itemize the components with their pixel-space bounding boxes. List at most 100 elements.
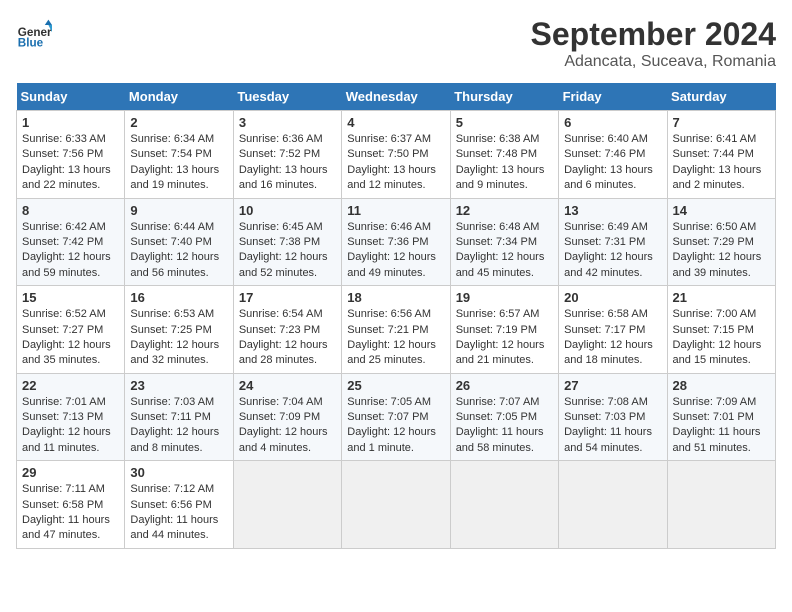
calendar-cell: 27 Sunrise: 7:08 AM Sunset: 7:03 PM Dayli… bbox=[559, 373, 667, 461]
page-title: September 2024 bbox=[531, 16, 776, 53]
col-wednesday: Wednesday bbox=[342, 83, 450, 111]
calendar-cell: 11Sunrise: 6:46 AM Sunset: 7:36 PM Dayli… bbox=[342, 198, 450, 286]
day-number: 2 bbox=[130, 115, 227, 130]
calendar-cell: 1 Sunrise: 6:33 AM Sunset: 7:56 PM Daylig… bbox=[17, 111, 125, 199]
calendar-cell: 30Sunrise: 7:12 AM Sunset: 6:56 PM Dayli… bbox=[125, 461, 233, 549]
calendar-cell: 29Sunrise: 7:11 AM Sunset: 6:58 PM Dayli… bbox=[17, 461, 125, 549]
calendar-week-row: 29Sunrise: 7:11 AM Sunset: 6:58 PM Dayli… bbox=[17, 461, 776, 549]
day-info: Sunrise: 6:52 AM Sunset: 7:27 PM Dayligh… bbox=[22, 307, 119, 369]
day-info: Sunrise: 6:44 AM Sunset: 7:40 PM Dayligh… bbox=[130, 220, 227, 282]
day-info: Sunrise: 6:45 AM Sunset: 7:38 PM Dayligh… bbox=[239, 220, 336, 282]
calendar-cell: 20 Sunrise: 6:58 AM Sunset: 7:17 PM Dayli… bbox=[559, 286, 667, 374]
day-number: 16 bbox=[130, 290, 227, 305]
day-number: 11 bbox=[347, 203, 444, 218]
day-number: 7 bbox=[673, 115, 770, 130]
day-info: Sunrise: 6:54 AM Sunset: 7:23 PM Dayligh… bbox=[239, 307, 336, 369]
calendar-cell: 18 Sunrise: 6:56 AM Sunset: 7:21 PM Dayli… bbox=[342, 286, 450, 374]
day-number: 19 bbox=[456, 290, 553, 305]
day-number: 6 bbox=[564, 115, 661, 130]
calendar-cell: 25 Sunrise: 7:05 AM Sunset: 7:07 PM Dayli… bbox=[342, 373, 450, 461]
calendar-cell: 8Sunrise: 6:42 AM Sunset: 7:42 PM Daylig… bbox=[17, 198, 125, 286]
calendar-cell: 24Sunrise: 7:04 AM Sunset: 7:09 PM Dayli… bbox=[233, 373, 341, 461]
day-number: 1 bbox=[22, 115, 119, 130]
day-info: Sunrise: 6:48 AM Sunset: 7:34 PM Dayligh… bbox=[456, 220, 553, 282]
logo: General Blue bbox=[16, 16, 52, 52]
calendar-table: Sunday Monday Tuesday Wednesday Thursday… bbox=[16, 83, 776, 549]
day-info: Sunrise: 7:07 AM Sunset: 7:05 PM Dayligh… bbox=[456, 395, 553, 457]
day-number: 28 bbox=[673, 378, 770, 393]
day-number: 18 bbox=[347, 290, 444, 305]
calendar-week-row: 15 Sunrise: 6:52 AM Sunset: 7:27 PM Dayli… bbox=[17, 286, 776, 374]
day-info: Sunrise: 6:36 AM Sunset: 7:52 PM Dayligh… bbox=[239, 132, 336, 194]
calendar-cell: 14 Sunrise: 6:50 AM Sunset: 7:29 PM Dayli… bbox=[667, 198, 775, 286]
calendar-cell: 23 Sunrise: 7:03 AM Sunset: 7:11 PM Dayli… bbox=[125, 373, 233, 461]
day-number: 3 bbox=[239, 115, 336, 130]
page-header: General Blue September 2024 Adancata, Su… bbox=[16, 16, 776, 71]
calendar-cell bbox=[233, 461, 341, 549]
title-block: September 2024 Adancata, Suceava, Romani… bbox=[531, 16, 776, 71]
col-tuesday: Tuesday bbox=[233, 83, 341, 111]
day-info: Sunrise: 7:08 AM Sunset: 7:03 PM Dayligh… bbox=[564, 395, 661, 457]
day-number: 9 bbox=[130, 203, 227, 218]
calendar-cell: 21Sunrise: 7:00 AM Sunset: 7:15 PM Dayli… bbox=[667, 286, 775, 374]
calendar-cell bbox=[667, 461, 775, 549]
day-info: Sunrise: 6:56 AM Sunset: 7:21 PM Dayligh… bbox=[347, 307, 444, 369]
col-friday: Friday bbox=[559, 83, 667, 111]
day-number: 27 bbox=[564, 378, 661, 393]
calendar-cell: 6 Sunrise: 6:40 AM Sunset: 7:46 PM Daylig… bbox=[559, 111, 667, 199]
calendar-week-row: 8Sunrise: 6:42 AM Sunset: 7:42 PM Daylig… bbox=[17, 198, 776, 286]
day-number: 30 bbox=[130, 465, 227, 480]
calendar-week-row: 1 Sunrise: 6:33 AM Sunset: 7:56 PM Daylig… bbox=[17, 111, 776, 199]
calendar-cell: 15 Sunrise: 6:52 AM Sunset: 7:27 PM Dayli… bbox=[17, 286, 125, 374]
day-number: 17 bbox=[239, 290, 336, 305]
calendar-cell: 7 Sunrise: 6:41 AM Sunset: 7:44 PM Daylig… bbox=[667, 111, 775, 199]
day-info: Sunrise: 6:50 AM Sunset: 7:29 PM Dayligh… bbox=[673, 220, 770, 282]
calendar-header-row: Sunday Monday Tuesday Wednesday Thursday… bbox=[17, 83, 776, 111]
day-info: Sunrise: 7:00 AM Sunset: 7:15 PM Dayligh… bbox=[673, 307, 770, 369]
calendar-cell bbox=[342, 461, 450, 549]
day-number: 25 bbox=[347, 378, 444, 393]
day-info: Sunrise: 6:41 AM Sunset: 7:44 PM Dayligh… bbox=[673, 132, 770, 194]
day-number: 22 bbox=[22, 378, 119, 393]
calendar-cell: 9 Sunrise: 6:44 AM Sunset: 7:40 PM Daylig… bbox=[125, 198, 233, 286]
day-info: Sunrise: 7:03 AM Sunset: 7:11 PM Dayligh… bbox=[130, 395, 227, 457]
day-number: 23 bbox=[130, 378, 227, 393]
day-info: Sunrise: 7:09 AM Sunset: 7:01 PM Dayligh… bbox=[673, 395, 770, 457]
calendar-cell: 2Sunrise: 6:34 AM Sunset: 7:54 PM Daylig… bbox=[125, 111, 233, 199]
calendar-cell: 4 Sunrise: 6:37 AM Sunset: 7:50 PM Daylig… bbox=[342, 111, 450, 199]
day-number: 14 bbox=[673, 203, 770, 218]
day-number: 12 bbox=[456, 203, 553, 218]
calendar-cell: 5Sunrise: 6:38 AM Sunset: 7:48 PM Daylig… bbox=[450, 111, 558, 199]
day-number: 15 bbox=[22, 290, 119, 305]
page-subtitle: Adancata, Suceava, Romania bbox=[531, 53, 776, 71]
day-number: 20 bbox=[564, 290, 661, 305]
calendar-cell: 26 Sunrise: 7:07 AM Sunset: 7:05 PM Dayli… bbox=[450, 373, 558, 461]
day-number: 26 bbox=[456, 378, 553, 393]
day-info: Sunrise: 7:01 AM Sunset: 7:13 PM Dayligh… bbox=[22, 395, 119, 457]
day-info: Sunrise: 6:42 AM Sunset: 7:42 PM Dayligh… bbox=[22, 220, 119, 282]
calendar-cell: 19 Sunrise: 6:57 AM Sunset: 7:19 PM Dayli… bbox=[450, 286, 558, 374]
day-number: 4 bbox=[347, 115, 444, 130]
calendar-cell: 13 Sunrise: 6:49 AM Sunset: 7:31 PM Dayli… bbox=[559, 198, 667, 286]
calendar-cell: 17 Sunrise: 6:54 AM Sunset: 7:23 PM Dayli… bbox=[233, 286, 341, 374]
calendar-cell: 3 Sunrise: 6:36 AM Sunset: 7:52 PM Daylig… bbox=[233, 111, 341, 199]
calendar-cell: 28 Sunrise: 7:09 AM Sunset: 7:01 PM Dayli… bbox=[667, 373, 775, 461]
col-saturday: Saturday bbox=[667, 83, 775, 111]
day-info: Sunrise: 6:58 AM Sunset: 7:17 PM Dayligh… bbox=[564, 307, 661, 369]
day-info: Sunrise: 7:05 AM Sunset: 7:07 PM Dayligh… bbox=[347, 395, 444, 457]
day-number: 5 bbox=[456, 115, 553, 130]
calendar-cell bbox=[450, 461, 558, 549]
col-thursday: Thursday bbox=[450, 83, 558, 111]
day-number: 29 bbox=[22, 465, 119, 480]
day-info: Sunrise: 6:57 AM Sunset: 7:19 PM Dayligh… bbox=[456, 307, 553, 369]
day-info: Sunrise: 6:33 AM Sunset: 7:56 PM Dayligh… bbox=[22, 132, 119, 194]
day-info: Sunrise: 6:40 AM Sunset: 7:46 PM Dayligh… bbox=[564, 132, 661, 194]
day-info: Sunrise: 6:37 AM Sunset: 7:50 PM Dayligh… bbox=[347, 132, 444, 194]
calendar-cell: 16 Sunrise: 6:53 AM Sunset: 7:25 PM Dayli… bbox=[125, 286, 233, 374]
day-info: Sunrise: 6:49 AM Sunset: 7:31 PM Dayligh… bbox=[564, 220, 661, 282]
col-sunday: Sunday bbox=[17, 83, 125, 111]
calendar-cell: 12 Sunrise: 6:48 AM Sunset: 7:34 PM Dayli… bbox=[450, 198, 558, 286]
calendar-cell: 10Sunrise: 6:45 AM Sunset: 7:38 PM Dayli… bbox=[233, 198, 341, 286]
day-number: 13 bbox=[564, 203, 661, 218]
day-info: Sunrise: 6:53 AM Sunset: 7:25 PM Dayligh… bbox=[130, 307, 227, 369]
